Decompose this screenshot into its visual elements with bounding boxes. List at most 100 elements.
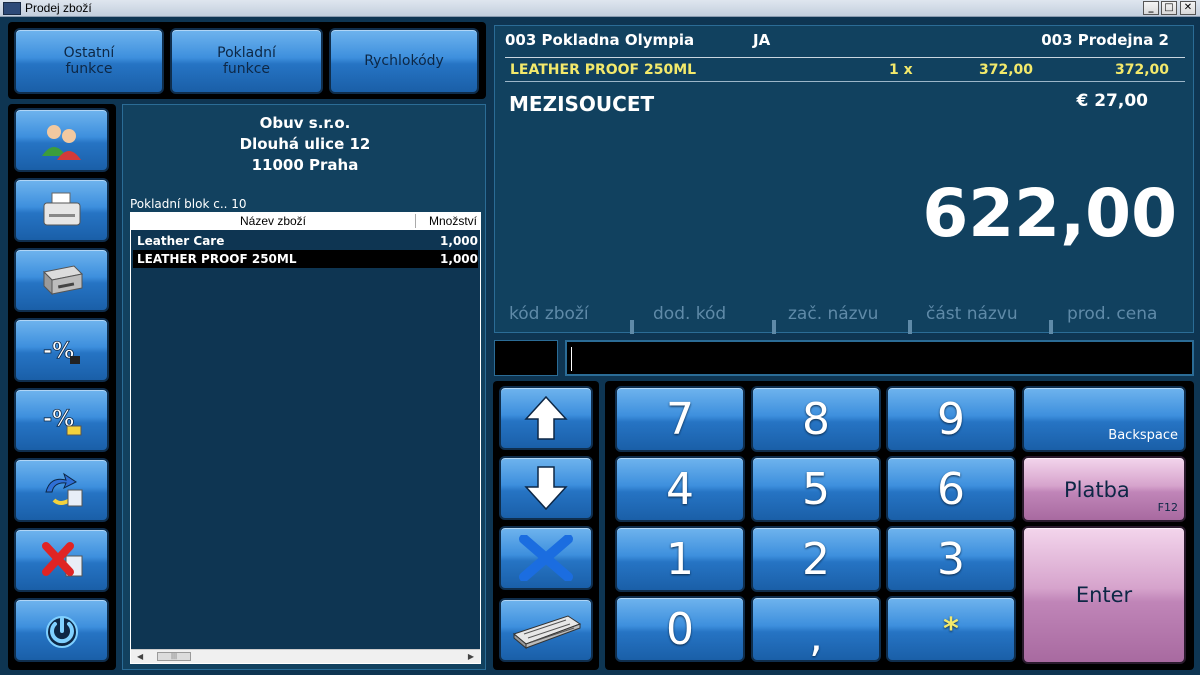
print-button[interactable] (14, 178, 109, 242)
payment-label: Platba (1064, 478, 1130, 502)
key-6[interactable]: 6 (886, 456, 1016, 522)
table-row[interactable]: Leather Care 1,000 (133, 232, 478, 250)
shop-city: 11000 Praha (251, 156, 359, 174)
scroll-left-icon[interactable]: ◀ (137, 652, 143, 661)
payment-button[interactable]: Platba F12 (1022, 456, 1186, 522)
other-functions-label-2: funkce (65, 61, 113, 77)
last-item-line: LEATHER PROOF 250ML 1 x 372,00 372,00 (495, 62, 1195, 82)
table-header: Název zboží Množství (131, 213, 480, 230)
shop-name: Obuv s.r.o. (259, 114, 351, 132)
return-goods-icon (44, 472, 82, 507)
key-4[interactable]: 4 (615, 456, 745, 522)
key-5[interactable]: 5 (751, 456, 881, 522)
receipt-printer-icon (43, 192, 80, 226)
shop-street: Dlouhá ulice 12 (239, 135, 371, 153)
other-functions-button[interactable]: Ostatní funkce (14, 28, 164, 94)
receipt-number: Pokladní blok c.. 10 (130, 197, 247, 211)
users-button[interactable] (14, 108, 109, 172)
receipt-items-table[interactable]: Název zboží Množství Leather Care 1,000 … (130, 212, 481, 664)
payment-shortcut: F12 (1157, 501, 1178, 514)
enter-button[interactable]: Enter (1022, 526, 1186, 664)
key-3[interactable]: 3 (886, 526, 1016, 592)
title-bar: Prodej zboží _ □ ✕ (0, 0, 1200, 17)
store-name: 003 Prodejna 2 (1041, 31, 1169, 49)
keyboard-button[interactable] (499, 598, 593, 662)
arrow-up-button[interactable] (499, 386, 593, 450)
arrow-down-button[interactable] (499, 456, 593, 520)
key-comma[interactable]: , (751, 596, 881, 662)
text-caret (571, 347, 572, 371)
backspace-button[interactable]: Backspace (1022, 386, 1186, 452)
power-icon (45, 616, 78, 648)
row-name: LEATHER PROOF 250ML (137, 252, 297, 266)
discount-item-icon: -% (42, 339, 80, 364)
maximize-button[interactable]: □ (1161, 1, 1177, 15)
last-item-name: LEATHER PROOF 250ML (510, 62, 697, 78)
cash-drawer-button[interactable] (14, 248, 109, 312)
row-name: Leather Care (137, 234, 225, 248)
last-item-total: 372,00 (1114, 62, 1169, 78)
arrow-down-icon (524, 466, 568, 511)
key-asterisk[interactable]: * (886, 596, 1016, 662)
column-qty-header[interactable]: Množství (429, 214, 477, 228)
key-9[interactable]: 9 (886, 386, 1016, 452)
mode-sale-price[interactable]: prod. cena (1067, 304, 1157, 324)
quantity-input[interactable] (494, 340, 558, 376)
quick-codes-button[interactable]: Rychlokódy (329, 28, 479, 94)
other-functions-label-1: Ostatní (63, 45, 115, 61)
customer-display: 003 Pokladna Olympia JA 003 Prodejna 2 L… (494, 25, 1195, 334)
mode-name-part[interactable]: část názvu (926, 304, 1018, 324)
horizontal-scrollbar[interactable]: ◀ ||| ▶ (131, 649, 480, 663)
item-discount-button[interactable]: -% (14, 318, 109, 382)
minimize-button[interactable]: _ (1143, 1, 1159, 15)
cash-drawer-icon (42, 265, 83, 296)
table-row-selected[interactable]: LEATHER PROOF 250ML 1,000 (133, 250, 478, 268)
mode-supplier-code[interactable]: dod. kód (653, 304, 726, 324)
cash-functions-button[interactable]: Pokladní funkce (170, 28, 323, 94)
mode-name-start[interactable]: zač. názvu (788, 304, 878, 324)
mode-separator (630, 320, 634, 334)
key-0[interactable]: 0 (615, 596, 745, 662)
quick-codes-label: Rychlokódy (364, 53, 444, 69)
power-button[interactable] (14, 598, 109, 662)
shop-header: Obuv s.r.o. Dlouhá ulice 12 11000 Praha (123, 113, 487, 176)
mode-product-code[interactable]: kód zboží (509, 304, 589, 324)
last-item-qty: 1 x (889, 62, 913, 78)
close-button[interactable]: ✕ (1180, 1, 1196, 15)
users-icon (41, 125, 81, 160)
search-input[interactable] (565, 340, 1194, 376)
key-2[interactable]: 2 (751, 526, 881, 592)
return-button[interactable] (14, 458, 109, 522)
cash-functions-label-1: Pokladní (217, 45, 276, 61)
cash-functions-label-2: funkce (222, 61, 271, 77)
cashier-name: JA (753, 31, 771, 49)
subtotal-eur: € 27,00 (1076, 91, 1148, 111)
delete-item-button[interactable] (499, 526, 593, 590)
key-8[interactable]: 8 (751, 386, 881, 452)
cancel-receipt-icon (41, 542, 82, 577)
row-qty: 1,000 (440, 234, 478, 248)
enter-label: Enter (1075, 583, 1133, 607)
window-title: Prodej zboží (25, 1, 92, 15)
receipt-panel: Obuv s.r.o. Dlouhá ulice 12 11000 Praha … (122, 104, 486, 670)
register-name: 003 Pokladna Olympia (505, 31, 695, 49)
subtotal-label: MEZISOUCET (509, 92, 655, 116)
mode-separator (908, 320, 912, 334)
item-divider (505, 81, 1185, 82)
cancel-receipt-button[interactable] (14, 528, 109, 592)
svg-text:-%: -% (43, 339, 74, 364)
key-7[interactable]: 7 (615, 386, 745, 452)
scroll-right-icon[interactable]: ▶ (468, 652, 474, 661)
total-discount-button[interactable]: -% (14, 388, 109, 452)
header-divider (505, 57, 1185, 58)
key-1[interactable]: 1 (615, 526, 745, 592)
column-name-header[interactable]: Název zboží (131, 214, 416, 228)
discount-total-icon: -% (42, 407, 81, 436)
display-header: 003 Pokladna Olympia JA 003 Prodejna 2 (495, 26, 1195, 56)
last-item-price: 372,00 (979, 62, 1034, 78)
arrow-up-icon (524, 395, 568, 440)
keyboard-icon (512, 615, 582, 650)
scroll-thumb[interactable]: ||| (157, 652, 191, 661)
backspace-label: Backspace (1108, 428, 1178, 443)
mode-separator (772, 320, 776, 334)
